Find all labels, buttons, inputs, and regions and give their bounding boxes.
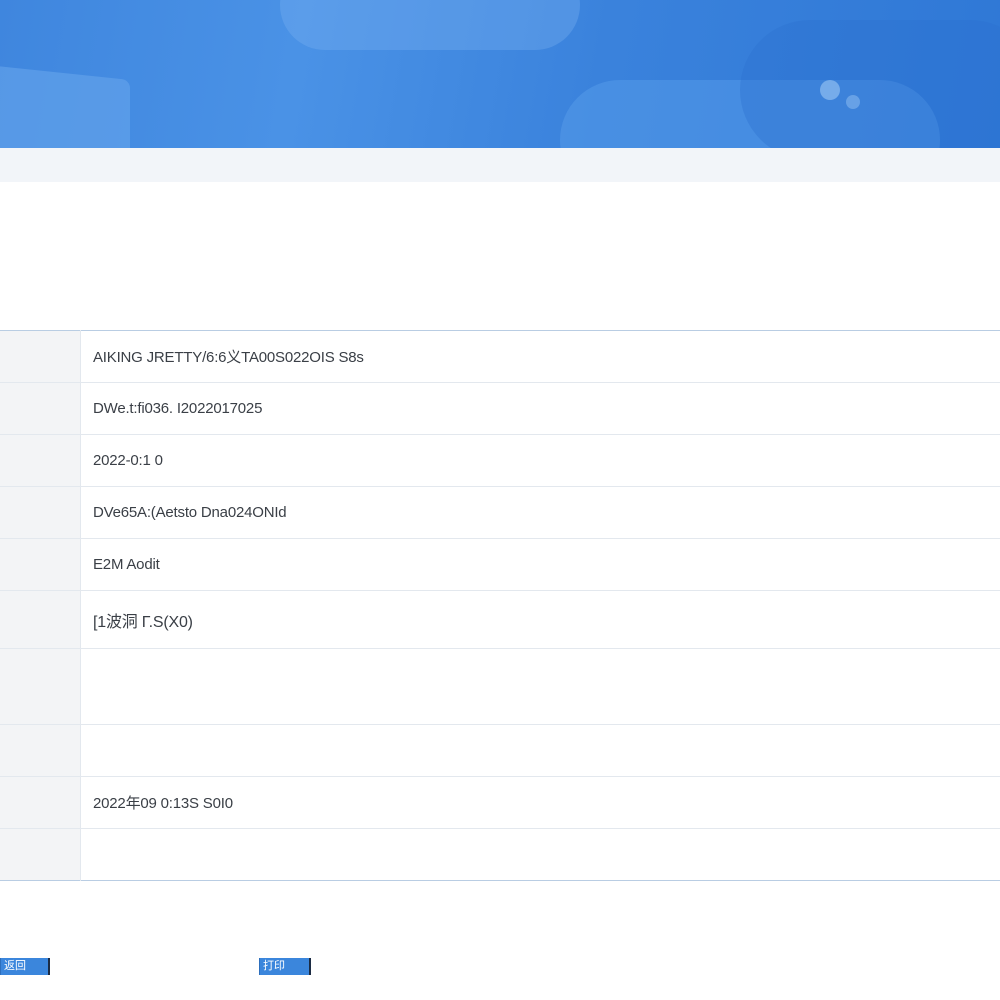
page: AIKING JRETTY/6:6义TA00S022OIS S8s DWe.t:…	[0, 0, 1000, 1000]
sub-header-bar	[0, 148, 1000, 182]
table-row: E2M Aodit	[0, 538, 1000, 591]
row-value	[80, 724, 1000, 777]
row-label-cell	[0, 724, 81, 777]
table-row	[0, 648, 1000, 725]
row-label-cell	[0, 434, 81, 487]
table-row: DWe.t:fi036. I2022017025	[0, 382, 1000, 435]
row-value: [1波洞 Γ.S(X0)	[80, 590, 1000, 649]
row-value	[80, 648, 1000, 725]
row-label-cell	[0, 828, 81, 881]
row-value: DVe65A:(Aetsto Dna024ONId	[80, 486, 1000, 539]
row-label-cell	[0, 382, 81, 435]
table-row: AIKING JRETTY/6:6义TA00S022OIS S8s	[0, 330, 1000, 383]
back-button[interactable]: 返回	[0, 958, 50, 975]
table-row	[0, 828, 1000, 881]
header-banner	[0, 0, 1000, 148]
table-row: 2022-0:1 0	[0, 434, 1000, 487]
banner-decoration	[0, 60, 130, 148]
row-value: DWe.t:fi036. I2022017025	[80, 382, 1000, 435]
row-value: E2M Aodit	[80, 538, 1000, 591]
banner-dot	[820, 80, 840, 100]
table-row: [1波洞 Γ.S(X0)	[0, 590, 1000, 649]
row-label-cell	[0, 648, 81, 725]
row-label-cell	[0, 776, 81, 829]
row-label-cell	[0, 330, 81, 383]
table-row: 2022年09 0:13S S0I0	[0, 776, 1000, 829]
banner-decoration	[280, 0, 580, 50]
row-value	[81, 829, 1000, 881]
table-row: DVe65A:(Aetsto Dna024ONId	[0, 486, 1000, 539]
banner-decoration	[740, 20, 1000, 148]
table-row	[0, 724, 1000, 777]
row-label-cell	[0, 538, 81, 591]
print-button[interactable]: 打印	[259, 958, 311, 975]
row-value: 2022-0:1 0	[80, 434, 1000, 487]
row-value: 2022年09 0:13S S0I0	[80, 776, 1000, 829]
row-label-cell	[0, 590, 81, 649]
detail-table: AIKING JRETTY/6:6义TA00S022OIS S8s DWe.t:…	[0, 330, 1000, 881]
row-value: AIKING JRETTY/6:6义TA00S022OIS S8s	[80, 330, 1000, 383]
banner-dot	[846, 95, 860, 109]
row-label-cell	[0, 486, 81, 539]
